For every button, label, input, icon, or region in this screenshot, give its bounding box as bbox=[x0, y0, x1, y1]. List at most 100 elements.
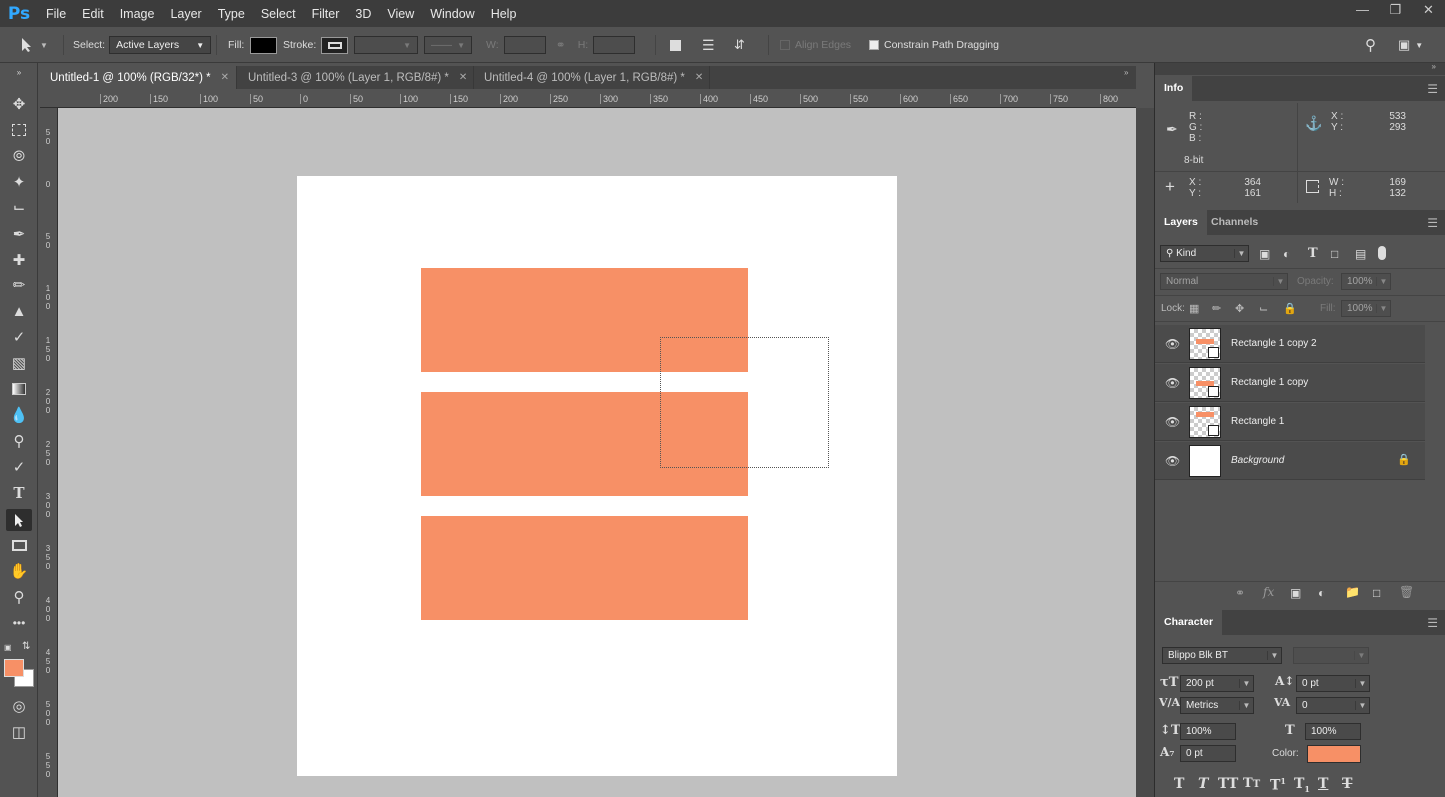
magic-wand-tool-icon[interactable]: ✦ bbox=[6, 171, 32, 193]
gradient-tool-icon[interactable] bbox=[6, 378, 32, 400]
tab-untitled-4[interactable]: Untitled-4 @ 100% (Layer 1, RGB/8#) * ✕ bbox=[474, 66, 710, 89]
foreground-color-swatch[interactable] bbox=[4, 659, 24, 677]
vertical-scrollbar[interactable] bbox=[1136, 108, 1154, 797]
lock-transparent-icon[interactable]: ▦ bbox=[1189, 302, 1199, 315]
marquee-tool-icon[interactable] bbox=[6, 119, 32, 141]
small-caps-icon[interactable]: TT bbox=[1243, 776, 1260, 791]
lock-pixels-icon[interactable]: ✏ bbox=[1212, 302, 1221, 315]
faux-bold-icon[interactable]: T bbox=[1174, 776, 1184, 792]
pen-tool-icon[interactable]: ✓ bbox=[6, 456, 32, 478]
menu-image[interactable]: Image bbox=[112, 7, 163, 21]
path-alignment-icon[interactable]: ☰ bbox=[702, 27, 715, 63]
healing-brush-tool-icon[interactable]: ✚ bbox=[6, 249, 32, 271]
menu-type[interactable]: Type bbox=[210, 7, 253, 21]
workspace-icon[interactable]: ▣ ▼ bbox=[1398, 27, 1423, 63]
path-arrangement-icon[interactable]: ⇵ bbox=[734, 27, 745, 63]
pixel-filter-icon[interactable]: ▣ bbox=[1259, 247, 1270, 261]
text-color-swatch[interactable] bbox=[1307, 745, 1361, 763]
adjustment-layer-icon[interactable]: ◐ bbox=[1318, 586, 1325, 600]
link-icon[interactable]: ⚭ bbox=[556, 38, 566, 52]
lock-artboard-icon[interactable]: ⌙ bbox=[1259, 302, 1268, 315]
layer-row[interactable]: 👁 Rectangle 1 copy bbox=[1155, 364, 1425, 402]
all-caps-icon[interactable]: TT bbox=[1218, 776, 1238, 792]
menu-edit[interactable]: Edit bbox=[74, 7, 112, 21]
smart-object-filter-icon[interactable]: ▤ bbox=[1355, 247, 1366, 261]
type-tool-icon[interactable]: T bbox=[6, 482, 32, 504]
close-icon[interactable]: ✕ bbox=[695, 72, 703, 83]
baseline-shift-field[interactable]: 0 pt bbox=[1180, 745, 1236, 762]
strikethrough-icon[interactable]: T bbox=[1342, 776, 1352, 792]
visibility-eye-icon[interactable]: 👁 bbox=[1165, 376, 1180, 390]
horizontal-scale-field[interactable]: 100% bbox=[1305, 723, 1361, 740]
kerning-field[interactable]: Metrics ▼ bbox=[1180, 697, 1254, 714]
swap-colors-icon[interactable]: ⇅ bbox=[22, 641, 30, 652]
menu-select[interactable]: Select bbox=[253, 7, 304, 21]
eyedropper-tool-icon[interactable]: ✒ bbox=[6, 223, 32, 245]
menu-3d[interactable]: 3D bbox=[347, 7, 379, 21]
lock-all-icon[interactable]: 🔒 bbox=[1283, 302, 1297, 315]
menu-filter[interactable]: Filter bbox=[304, 7, 348, 21]
align-edges-checkbox[interactable] bbox=[780, 40, 790, 50]
path-selection-tool-icon[interactable] bbox=[6, 509, 32, 531]
menu-layer[interactable]: Layer bbox=[162, 7, 209, 21]
panel-menu-icon[interactable]: ☰ bbox=[1427, 82, 1438, 96]
dodge-tool-icon[interactable]: ⚲ bbox=[6, 430, 32, 452]
crop-tool-icon[interactable]: ⌙ bbox=[6, 196, 32, 218]
fx-icon[interactable]: fx bbox=[1263, 585, 1274, 599]
stroke-width-field[interactable]: ▼ bbox=[354, 36, 418, 54]
menu-view[interactable]: View bbox=[379, 7, 422, 21]
more-tools-icon[interactable]: ••• bbox=[6, 612, 32, 634]
close-icon[interactable]: ✕ bbox=[221, 72, 229, 83]
rectangle-1-shape[interactable] bbox=[421, 516, 748, 620]
menu-window[interactable]: Window bbox=[422, 7, 482, 21]
subscript-icon[interactable]: T1 bbox=[1294, 776, 1310, 794]
folder-icon[interactable]: 📁 bbox=[1345, 585, 1360, 599]
select-dropdown[interactable]: Active Layers ▼ bbox=[109, 36, 212, 54]
tab-channels[interactable]: Channels bbox=[1202, 210, 1267, 235]
screen-mode-icon[interactable]: ◫ bbox=[6, 721, 32, 743]
hand-tool-icon[interactable]: ✋ bbox=[6, 560, 32, 582]
default-colors-icon[interactable]: ▣ bbox=[4, 643, 14, 653]
constrain-path-checkbox[interactable] bbox=[869, 40, 879, 50]
height-field[interactable] bbox=[593, 36, 636, 54]
collapse-icon[interactable]: » bbox=[6, 68, 32, 77]
quick-mask-icon[interactable]: ◎ bbox=[6, 695, 32, 717]
visibility-eye-icon[interactable]: 👁 bbox=[1165, 454, 1180, 468]
font-family-dropdown[interactable]: Blippo Blk BT ▼ bbox=[1162, 647, 1282, 664]
menu-file[interactable]: File bbox=[38, 7, 74, 21]
tracking-field[interactable]: 0 ▼ bbox=[1296, 697, 1370, 714]
trash-icon[interactable]: 🗑 bbox=[1399, 585, 1414, 599]
layer-row[interactable]: 👁 Background 🔒 bbox=[1155, 442, 1425, 480]
menu-help[interactable]: Help bbox=[483, 7, 525, 21]
adjustment-filter-icon[interactable]: ◐ bbox=[1283, 247, 1290, 261]
history-brush-tool-icon[interactable]: ✓ bbox=[6, 326, 32, 348]
vertical-scale-field[interactable]: 100% bbox=[1180, 723, 1236, 740]
underline-icon[interactable]: T bbox=[1318, 776, 1328, 792]
restore-icon[interactable]: ❐ bbox=[1379, 0, 1412, 22]
leading-field[interactable]: 0 pt ▼ bbox=[1296, 675, 1370, 692]
add-mask-icon[interactable]: ▣ bbox=[1290, 586, 1301, 600]
shape-filter-icon[interactable]: □ bbox=[1331, 247, 1338, 261]
superscript-icon[interactable]: T1 bbox=[1270, 776, 1286, 794]
tabs-overflow-icon[interactable]: » bbox=[1124, 68, 1128, 77]
panel-collapse-icon[interactable]: » bbox=[1432, 62, 1436, 71]
tab-untitled-3[interactable]: Untitled-3 @ 100% (Layer 1, RGB/8#) * ✕ bbox=[238, 66, 474, 89]
font-style-dropdown[interactable]: ▼ bbox=[1293, 647, 1369, 664]
fill-color-swatch[interactable] bbox=[250, 36, 278, 54]
link-layers-icon[interactable]: ⚭ bbox=[1235, 586, 1245, 600]
stroke-type-dropdown[interactable]: —— ▼ bbox=[424, 36, 472, 54]
tab-character[interactable]: Character bbox=[1155, 610, 1223, 635]
blend-mode-dropdown[interactable]: Normal ▼ bbox=[1160, 273, 1288, 290]
blur-tool-icon[interactable]: 💧 bbox=[6, 404, 32, 426]
lasso-tool-icon[interactable]: ⦾ bbox=[6, 145, 32, 167]
path-selection-preset[interactable]: ▼ bbox=[20, 27, 48, 63]
eraser-tool-icon[interactable]: ▧ bbox=[6, 352, 32, 374]
new-layer-icon[interactable]: □ bbox=[1373, 586, 1380, 600]
minimize-icon[interactable]: — bbox=[1346, 0, 1379, 22]
search-icon[interactable]: ⚲ bbox=[1365, 27, 1376, 63]
visibility-eye-icon[interactable]: 👁 bbox=[1165, 415, 1180, 429]
layer-row[interactable]: 👁 Rectangle 1 bbox=[1155, 403, 1425, 441]
filter-toggle-icon[interactable] bbox=[1378, 246, 1386, 260]
tab-untitled-1[interactable]: Untitled-1 @ 100% (RGB/32*) * ✕ bbox=[40, 66, 237, 89]
visibility-eye-icon[interactable]: 👁 bbox=[1165, 337, 1180, 351]
